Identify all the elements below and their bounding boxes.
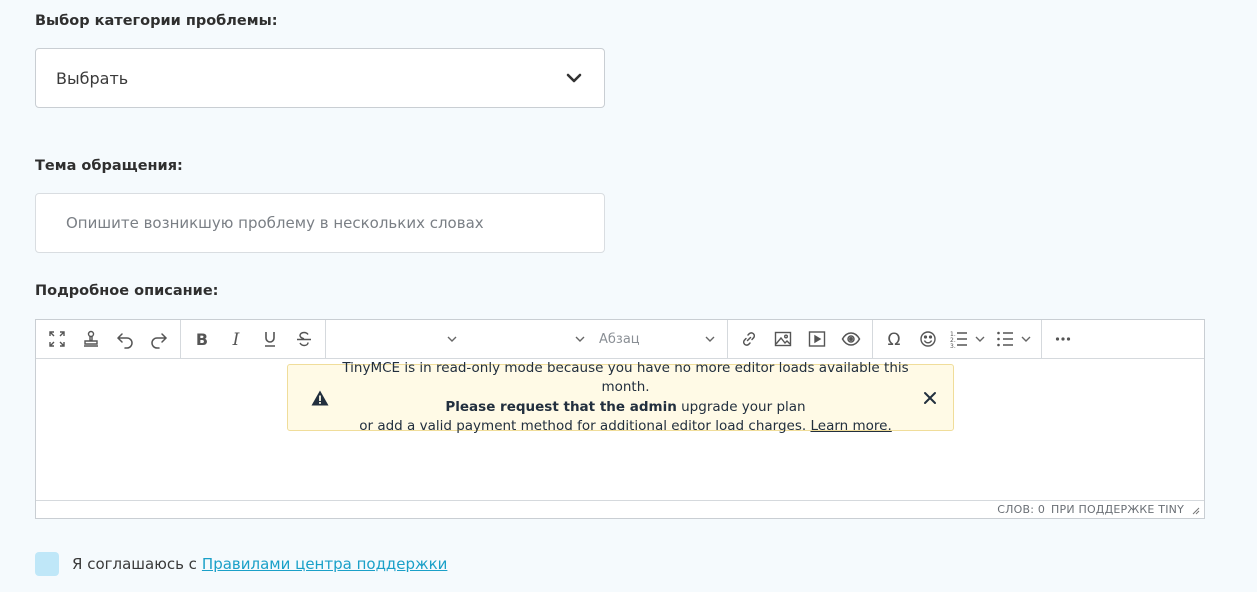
- agreement-text: Я соглашаюсь с: [72, 555, 197, 573]
- undo-button[interactable]: [108, 322, 142, 356]
- notice-line-3: or add a valid payment method for additi…: [330, 417, 921, 437]
- description-label: Подробное описание:: [35, 283, 219, 299]
- block-format-value: Абзац: [599, 331, 640, 347]
- category-select[interactable]: Выбрать: [35, 48, 605, 108]
- category-select-value: Выбрать: [56, 68, 129, 88]
- stamp-icon: [84, 330, 98, 347]
- eye-icon: [841, 332, 861, 346]
- toolbar-group-more: [1042, 320, 1084, 358]
- block-format-select[interactable]: Абзац: [593, 322, 723, 356]
- fullscreen-icon: [49, 331, 65, 347]
- bold-button[interactable]: B: [185, 322, 219, 356]
- link-icon: [742, 332, 756, 346]
- editor-statusbar: СЛОВ: 0 ПРИ ПОДДЕРЖКЕ TINY: [36, 500, 1204, 518]
- chevron-down-icon: [575, 336, 585, 342]
- emoji-button[interactable]: [911, 322, 945, 356]
- numbered-list-icon: 1. 2. 3.: [950, 331, 967, 349]
- editor-toolbar: B I Абзац Ω 1. 2. 3.: [36, 320, 1204, 359]
- toolbar-group-format: B I: [181, 320, 326, 358]
- image-button[interactable]: [766, 322, 800, 356]
- word-count[interactable]: СЛОВ: 0: [997, 503, 1045, 516]
- fullscreen-button[interactable]: [40, 322, 74, 356]
- undo-icon: [116, 333, 133, 349]
- media-button[interactable]: [800, 322, 834, 356]
- subject-input[interactable]: [35, 193, 605, 253]
- notice-line-3-text: or add a valid payment method for additi…: [359, 418, 811, 434]
- bullet-list-icon: [997, 331, 1013, 347]
- read-only-notice: TinyMCE is in read-only mode because you…: [287, 360, 954, 434]
- preview-button[interactable]: [834, 322, 868, 356]
- notice-line-2-bold: Please request that the admin: [445, 398, 677, 415]
- video-icon: [808, 331, 826, 347]
- numbered-list-split[interactable]: 1. 2. 3.: [945, 322, 991, 356]
- special-char-button[interactable]: Ω: [877, 322, 911, 356]
- svg-text:Ω: Ω: [888, 330, 901, 349]
- font-family-select[interactable]: [330, 322, 465, 356]
- redo-icon: [151, 333, 168, 349]
- more-button[interactable]: [1046, 322, 1080, 356]
- powered-by-link[interactable]: ПРИ ПОДДЕРЖКЕ TINY: [1051, 503, 1184, 516]
- notice-line-1: TinyMCE is in read-only mode because you…: [342, 359, 909, 396]
- toolbar-group-extras: Ω 1. 2. 3.: [873, 320, 1042, 358]
- stamp-button[interactable]: [74, 322, 108, 356]
- more-icon: [1055, 337, 1071, 341]
- strikethrough-icon: [297, 331, 311, 347]
- chevron-down-icon: [566, 73, 582, 83]
- underline-icon: [265, 332, 275, 347]
- strikethrough-button[interactable]: [287, 322, 321, 356]
- italic-icon: I: [232, 330, 240, 349]
- font-size-select[interactable]: [465, 322, 593, 356]
- omega-icon: Ω: [888, 330, 901, 349]
- notice-line-2-rest: upgrade your plan: [676, 398, 806, 415]
- notice-line-2: Please request that the admin upgrade yo…: [330, 398, 921, 418]
- toolbar-group-selects: Абзац: [326, 320, 728, 358]
- chevron-down-icon: [1021, 336, 1031, 342]
- svg-text:B: B: [196, 330, 208, 349]
- bullet-list-button[interactable]: [991, 322, 1019, 356]
- chevron-down-icon: [705, 336, 715, 342]
- redo-button[interactable]: [142, 322, 176, 356]
- subject-label: Тема обращения:: [35, 158, 183, 174]
- support-rules-link[interactable]: Правилами центра поддержки: [202, 555, 447, 573]
- emoji-icon: [920, 331, 936, 347]
- warning-icon: [311, 390, 329, 405]
- image-icon: [774, 331, 792, 347]
- resize-handle-icon[interactable]: [1190, 505, 1200, 515]
- notice-message: TinyMCE is in read-only mode because you…: [330, 359, 921, 437]
- chevron-down-icon: [975, 336, 985, 342]
- toolbar-group-history: [36, 320, 181, 358]
- svg-text:I: I: [232, 330, 240, 349]
- rich-text-editor: B I Абзац Ω 1. 2. 3. TinyMCE is in read-…: [35, 319, 1205, 519]
- agreement-row: Я соглашаюсь с Правилами центра поддержк…: [35, 552, 447, 576]
- underline-button[interactable]: [253, 322, 287, 356]
- close-icon[interactable]: [921, 389, 939, 407]
- numbered-list-button[interactable]: 1. 2. 3.: [945, 322, 973, 356]
- learn-more-link[interactable]: Learn more.: [810, 418, 891, 434]
- link-button[interactable]: [732, 322, 766, 356]
- category-label: Выбор категории проблемы:: [35, 13, 278, 29]
- agreement-checkbox[interactable]: [35, 552, 59, 576]
- svg-text:3.: 3.: [950, 343, 956, 349]
- bullet-list-split[interactable]: [991, 322, 1037, 356]
- italic-button[interactable]: I: [219, 322, 253, 356]
- bold-icon: B: [196, 330, 208, 349]
- chevron-down-icon: [447, 336, 457, 342]
- toolbar-group-insert: [728, 320, 873, 358]
